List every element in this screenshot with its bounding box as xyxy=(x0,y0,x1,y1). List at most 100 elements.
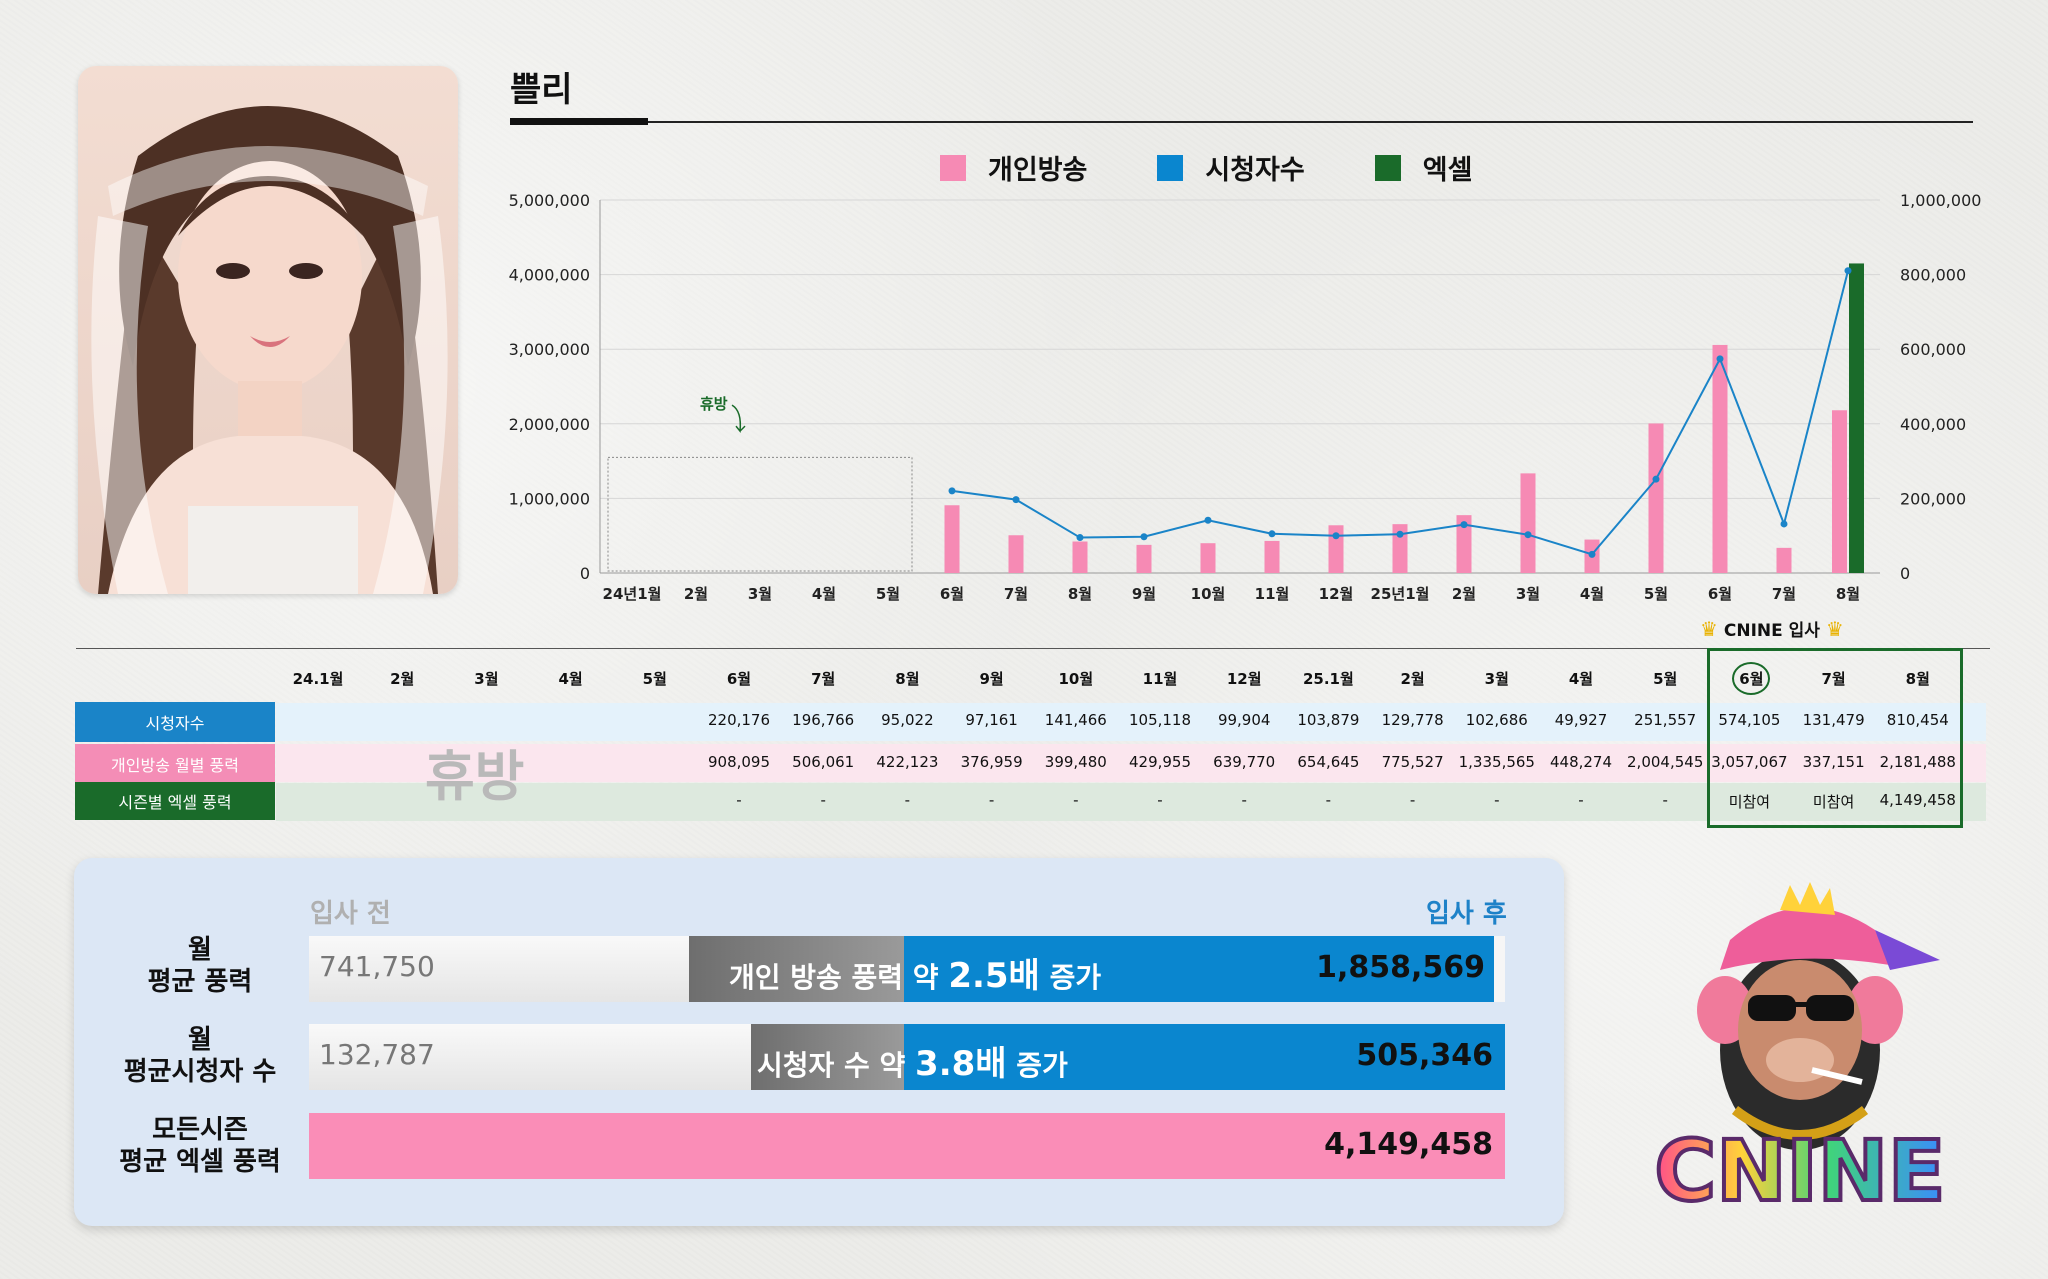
table-month-header: 12월 xyxy=(1226,670,1262,688)
point-viewers xyxy=(1716,355,1724,363)
title-accent-bar xyxy=(510,118,648,125)
summary-label-line2: 평균 풍력 xyxy=(147,967,253,997)
y-left-tick-label: 2,000,000 xyxy=(509,415,590,434)
table-cell: 448,274 xyxy=(1549,753,1613,771)
x-tick-label: 8월 xyxy=(1068,585,1092,603)
table-month-header: 2월 xyxy=(390,670,415,688)
summary-label-avg-power: 월 평균 풍력 xyxy=(100,934,300,998)
note-multiplier: 3.8배 xyxy=(915,1044,1007,1084)
avg-power-after-value: 1,858,569 xyxy=(1316,950,1485,985)
x-tick-label: 3월 xyxy=(748,585,772,603)
point-viewers xyxy=(1140,533,1148,541)
table-month-header: 25.1월 xyxy=(1302,670,1354,688)
table-cell: 2,004,545 xyxy=(1627,753,1704,771)
table-cell: - xyxy=(736,791,742,809)
table-cell: 775,527 xyxy=(1381,753,1444,771)
hiatus-box xyxy=(607,456,913,572)
summary-label-line2: 평균시청자 수 xyxy=(123,1057,277,1087)
table-month-header: 7월 xyxy=(811,670,836,688)
table-cell: 1,335,565 xyxy=(1458,753,1535,771)
table-month-header: 10월 xyxy=(1058,670,1094,688)
table-top-rule xyxy=(76,648,1990,649)
x-tick-label: 10월 xyxy=(1191,585,1226,603)
table-cell: 908,095 xyxy=(707,753,771,771)
x-tick-label: 6월 xyxy=(1708,585,1732,603)
row-label-viewers: 시청자수 xyxy=(75,702,275,742)
post-join-highlight xyxy=(1707,648,1963,828)
excel-power-value: 4,149,458 xyxy=(1324,1127,1493,1162)
avg-power-bar: 741,750 1,858,569 개인 방송 풍력 약 2.5배 증가 xyxy=(309,936,1505,1002)
avg-power-growth-note: 개인 방송 풍력 약 2.5배 증가 xyxy=(729,948,1101,997)
point-viewers xyxy=(1460,521,1468,529)
table-cell: 129,778 xyxy=(1381,711,1444,729)
table-month-header: 4월 xyxy=(1568,670,1594,688)
row-label-personal: 개인방송 월별 풍력 xyxy=(75,744,275,784)
table-month-header: 4월 xyxy=(558,670,583,688)
table-month-header: 9월 xyxy=(979,670,1004,688)
crown-icon: ♛ xyxy=(1825,617,1844,641)
summary-label-line1: 월 xyxy=(188,935,212,965)
note-text: 개인 방송 풍력 약 xyxy=(729,961,949,994)
avg-viewers-after-value: 505,346 xyxy=(1356,1038,1493,1073)
bar-personal xyxy=(1264,540,1280,573)
table-cell: 639,770 xyxy=(1213,753,1276,771)
join-tag-label: CNINE 입사 xyxy=(1723,621,1820,641)
x-tick-label: 2월 xyxy=(684,585,708,603)
point-viewers xyxy=(1524,531,1532,539)
point-viewers xyxy=(1332,532,1340,540)
point-viewers xyxy=(1652,475,1660,483)
table-cell: 141,466 xyxy=(1044,711,1107,729)
table-month-header: 3월 xyxy=(1484,670,1509,688)
table-cell: - xyxy=(820,791,826,809)
bar-personal xyxy=(1712,344,1728,573)
table-month-header: 24.1월 xyxy=(292,670,344,688)
bar-personal xyxy=(1008,535,1024,573)
table-cell: 95,022 xyxy=(881,711,934,729)
table-cell: - xyxy=(1662,791,1668,809)
x-tick-label: 11월 xyxy=(1255,585,1290,603)
summary-label-line1: 월 xyxy=(188,1025,212,1055)
table-cell: 97,161 xyxy=(965,711,1018,729)
point-viewers xyxy=(1780,520,1788,528)
bar-personal xyxy=(1072,541,1088,573)
before-join-label: 입사 전 xyxy=(310,899,391,929)
note-text: 증가 xyxy=(1006,1049,1068,1082)
x-tick-label: 7월 xyxy=(1004,585,1028,603)
y-right-tick-label: 600,000 xyxy=(1900,340,1966,359)
table-cell: 654,645 xyxy=(1297,753,1360,771)
bar-personal xyxy=(1200,543,1216,573)
table-month-header: 3월 xyxy=(474,670,499,688)
bar-personal xyxy=(1832,410,1847,573)
table-cell: - xyxy=(1157,791,1163,809)
logo-text: CNINE xyxy=(1655,1122,1946,1220)
point-viewers xyxy=(1844,267,1852,275)
table-month-header: 5월 xyxy=(1653,670,1678,688)
table-cell: 429,955 xyxy=(1128,753,1192,771)
cnine-monkey-logo: CNINE xyxy=(1653,882,1947,1222)
avg-power-before-value: 741,750 xyxy=(319,950,435,983)
table-cell: 506,061 xyxy=(792,753,855,771)
y-right-tick-label: 200,000 xyxy=(1900,489,1966,508)
table-cell: - xyxy=(1241,791,1247,809)
x-tick-label: 6월 xyxy=(940,585,964,603)
x-tick-label: 3월 xyxy=(1516,585,1540,603)
bar-personal xyxy=(1520,473,1536,573)
point-viewers xyxy=(1588,550,1596,558)
table-cell: 399,480 xyxy=(1044,753,1107,771)
note-multiplier: 2.5배 xyxy=(948,956,1040,996)
table-month-header: 2월 xyxy=(1400,670,1425,688)
bar-personal xyxy=(1648,423,1664,573)
page-title: 쁠리 xyxy=(510,70,573,110)
table-cell: - xyxy=(1409,791,1416,809)
streamer-photo xyxy=(78,66,458,594)
title-underline xyxy=(510,121,1973,123)
x-tick-label: 24년1월 xyxy=(603,585,662,603)
point-viewers xyxy=(1076,534,1084,542)
avg-viewers-before-value: 132,787 xyxy=(319,1038,435,1071)
table-month-header: 6월 xyxy=(726,670,752,688)
table-cell: 422,123 xyxy=(876,753,939,771)
y-right-tick-label: 400,000 xyxy=(1900,415,1966,434)
hiatus-watermark: 휴방 xyxy=(425,745,525,808)
avg-viewers-bar: 132,787 505,346 시청자 수 약 3.8배 증가 xyxy=(309,1024,1505,1090)
x-tick-label: 9월 xyxy=(1132,585,1156,603)
